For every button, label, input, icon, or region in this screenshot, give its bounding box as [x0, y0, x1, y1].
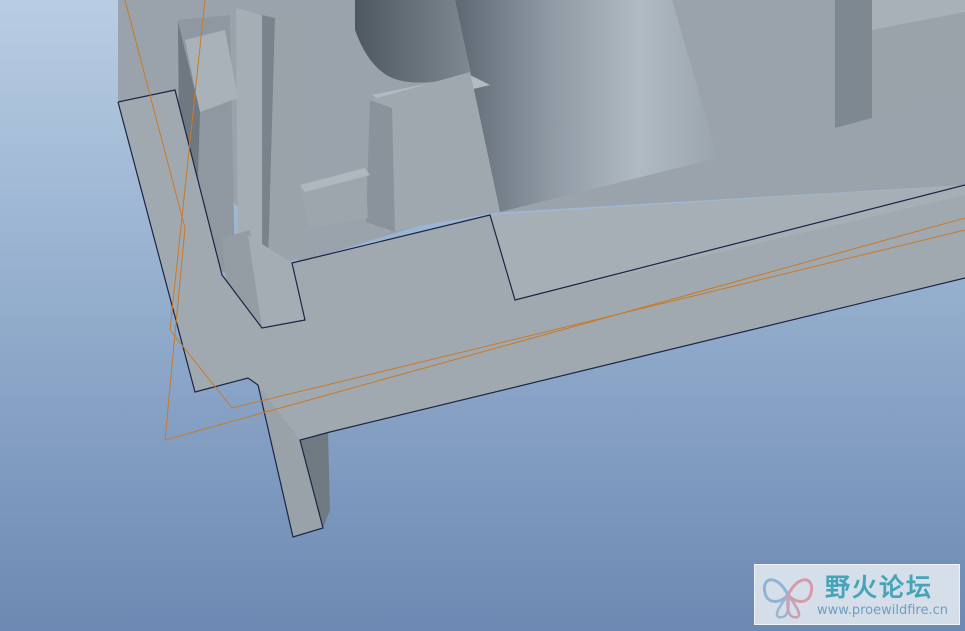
block-left-face	[366, 100, 395, 232]
forum-watermark: 野火论坛 www.proewildfire.cn	[754, 564, 960, 625]
watermark-title: 野火论坛	[825, 573, 934, 602]
housing-right-recess	[835, 0, 872, 128]
butterfly-logo-icon	[762, 578, 814, 619]
cad-3d-viewport[interactable]: 野火论坛 www.proewildfire.cn	[0, 0, 965, 631]
watermark-url: www.proewildfire.cn	[817, 603, 948, 618]
3d-model-render[interactable]	[0, 0, 965, 631]
